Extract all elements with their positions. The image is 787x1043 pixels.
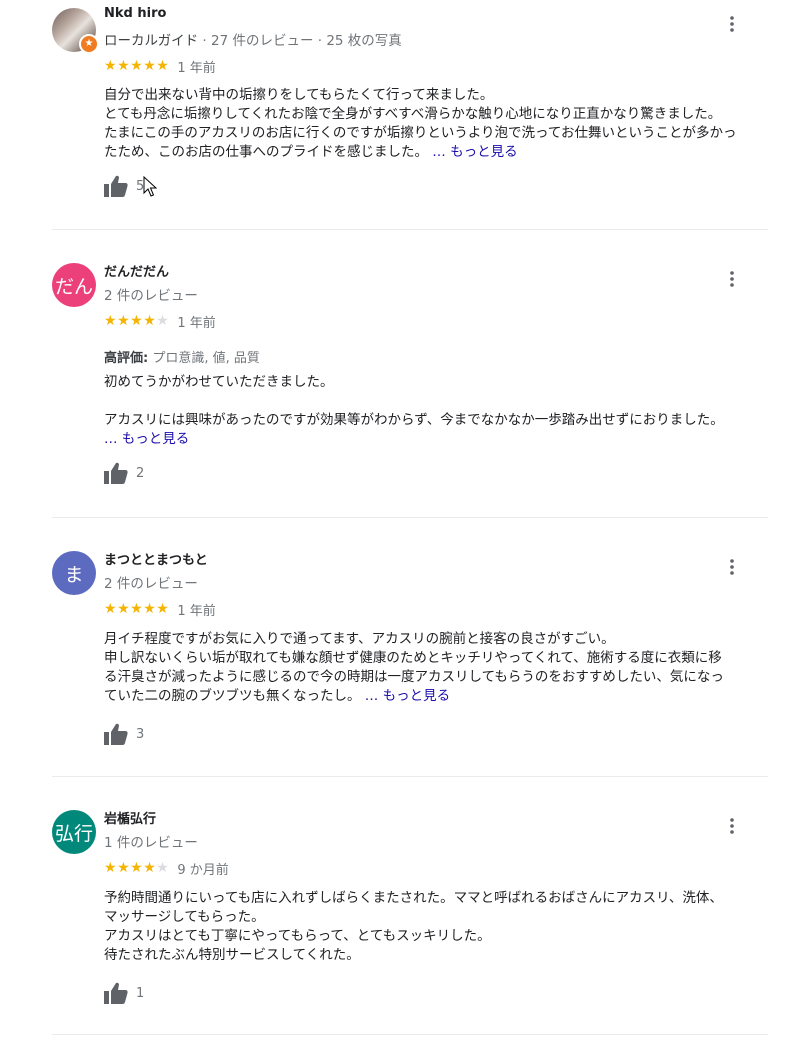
review-line: 初めてうかがわせていただきました。: [104, 374, 334, 390]
reviewer-name[interactable]: まつととまつもと: [104, 549, 208, 568]
avatar-initials: ま: [64, 563, 84, 586]
star-filled-icon: ★: [156, 601, 169, 617]
review-line: 申し訳ないくらい垢が取れても嫌な顔せず健康のためとキッチリやってくれて、施術する…: [104, 650, 722, 666]
avatar-initials: 弘行: [54, 822, 93, 845]
more-link[interactable]: … もっと見る: [365, 688, 450, 704]
review-highlights: 高評価: プロ意識, 値, 品質: [104, 347, 260, 366]
review-divider: [52, 776, 768, 777]
more-options-icon[interactable]: [720, 814, 744, 838]
star-rating: ★ ★ ★ ★ ★ 1 年前: [104, 313, 216, 331]
more-link[interactable]: … もっと見る: [432, 144, 517, 160]
reviewer-stats: 1 件のレビュー: [104, 835, 198, 851]
more-options-icon[interactable]: [720, 267, 744, 291]
star-filled-icon: ★: [104, 860, 117, 876]
highlights-label: 高評価:: [104, 351, 149, 366]
review-line: る汗臭さが減ったように感じるので今の時期は一度アカスリしてもらうのをおすすめした…: [104, 669, 724, 685]
star-filled-icon: ★: [130, 313, 143, 329]
review-line-text: たため、このお店の仕事へのプライドを感じました。: [104, 144, 428, 160]
review-date: 9 か月前: [177, 862, 229, 878]
star-filled-icon: ★: [143, 860, 156, 876]
star-filled-icon: ★: [117, 601, 130, 617]
reviewer-avatar[interactable]: 弘行: [52, 810, 96, 854]
star-filled-icon: ★: [117, 860, 130, 876]
thumbs-up-icon: [104, 462, 128, 484]
review-text: 初めてうかがわせていただきました。 アカスリには興味があったのですが効果等がわか…: [104, 373, 764, 449]
star-filled-icon: ★: [156, 58, 169, 74]
thumbs-up-icon: [104, 723, 128, 745]
star-filled-icon: ★: [117, 58, 130, 74]
star-filled-icon: ★: [104, 313, 117, 329]
star-filled-icon: ★: [130, 860, 143, 876]
review-date: 1 年前: [177, 315, 216, 331]
review-line: 予約時間通りにいっても店に入れずしばらくまたされた。ママと呼ばれるおばさんにアカ…: [104, 890, 723, 906]
reviewer-stats: 2 件のレビュー: [104, 576, 198, 592]
review-line-text: ていた二の腕のブツブツも無くなったし。: [104, 688, 361, 704]
star-rating: ★ ★ ★ ★ ★ 1 年前: [104, 58, 216, 76]
local-guide-badge-icon: ★: [79, 34, 99, 54]
reviewer-name[interactable]: 岩楯弘行: [104, 808, 156, 827]
reviewer-avatar[interactable]: ま: [52, 551, 96, 595]
review-divider: [52, 229, 768, 230]
review-date: 1 年前: [177, 603, 216, 619]
review-date: 1 年前: [177, 60, 216, 76]
reviewer-meta: ローカルガイド · 27 件のレビュー · 25 枚の写真: [104, 29, 402, 49]
star-filled-icon: ★: [104, 58, 117, 74]
reviewer-stats: · 27 件のレビュー · 25 枚の写真: [198, 33, 402, 49]
more-link[interactable]: … もっと見る: [104, 431, 189, 447]
review-line: アカスリはとても丁寧にやってもらって、とてもスッキリした。: [104, 928, 491, 944]
reviewer-stats: 2 件のレビュー: [104, 288, 198, 304]
review-line: 待たされたぶん特別サービスしてくれた。: [104, 947, 360, 963]
review-divider: [52, 517, 768, 518]
star-filled-icon: ★: [143, 601, 156, 617]
star-filled-icon: ★: [130, 601, 143, 617]
avatar-initials: だん: [54, 275, 93, 298]
star-rating: ★ ★ ★ ★ ★ 9 か月前: [104, 860, 229, 878]
review-line: たため、このお店の仕事へのプライドを感じました。 … もっと見る: [104, 143, 764, 162]
like-count: 3: [136, 726, 145, 742]
review-line: … もっと見る: [104, 430, 764, 449]
review-text: 自分で出来ない背中の垢擦りをしてもらたくて行って来ました。 とても丹念に垢擦りし…: [104, 86, 764, 162]
like-button[interactable]: 1: [104, 980, 164, 1006]
more-options-icon[interactable]: [720, 555, 744, 579]
review-line: たまにこの手のアカスリのお店に行くのですが垢擦りというより泡で洗ってお仕舞いとい…: [104, 125, 737, 141]
like-count: 2: [136, 465, 145, 481]
review-line: マッサージしてもらった。: [104, 909, 265, 925]
star-filled-icon: ★: [104, 601, 117, 617]
review-line: ていた二の腕のブツブツも無くなったし。 … もっと見る: [104, 687, 764, 706]
reviewer-avatar[interactable]: だん: [52, 263, 96, 307]
like-button[interactable]: 2: [104, 460, 164, 486]
reviewer-name[interactable]: だんだだん: [104, 261, 169, 280]
star-filled-icon: ★: [143, 58, 156, 74]
star-filled-icon: ★: [130, 58, 143, 74]
review-line: 月イチ程度ですがお気に入りで通ってます、アカスリの腕前と接客の良さがすごい。: [104, 631, 615, 647]
review-text: 予約時間通りにいっても店に入れずしばらくまたされた。ママと呼ばれるおばさんにアカ…: [104, 889, 764, 965]
thumbs-up-icon: [104, 982, 128, 1004]
reviewer-name[interactable]: Nkd hiro: [104, 6, 166, 21]
mouse-cursor-icon: [143, 176, 157, 197]
like-button[interactable]: 3: [104, 721, 164, 747]
review-line: アカスリには興味があったのですが効果等がわからず、今までなかなか一歩踏み出せずに…: [104, 412, 724, 428]
local-guide-label: ローカルガイド: [104, 33, 199, 49]
star-empty-icon: ★: [156, 860, 169, 876]
star-rating: ★ ★ ★ ★ ★ 1 年前: [104, 601, 216, 619]
star-filled-icon: ★: [117, 313, 130, 329]
highlights-value: プロ意識, 値, 品質: [148, 351, 260, 366]
more-options-icon[interactable]: [720, 12, 744, 36]
review-line: 自分で出来ない背中の垢擦りをしてもらたくて行って来ました。: [104, 87, 494, 103]
star-empty-icon: ★: [156, 313, 169, 329]
reviewer-avatar[interactable]: ★: [52, 8, 99, 54]
thumbs-up-icon: [104, 175, 128, 197]
review-divider: [52, 1034, 768, 1035]
review-text: 月イチ程度ですがお気に入りで通ってます、アカスリの腕前と接客の良さがすごい。 申…: [104, 630, 764, 706]
review-line: とても丹念に垢擦りしてくれたお陰で全身がすべすべ滑らかな触り心地になり正直かなり…: [104, 106, 722, 122]
star-filled-icon: ★: [143, 313, 156, 329]
like-count: 1: [136, 985, 145, 1001]
